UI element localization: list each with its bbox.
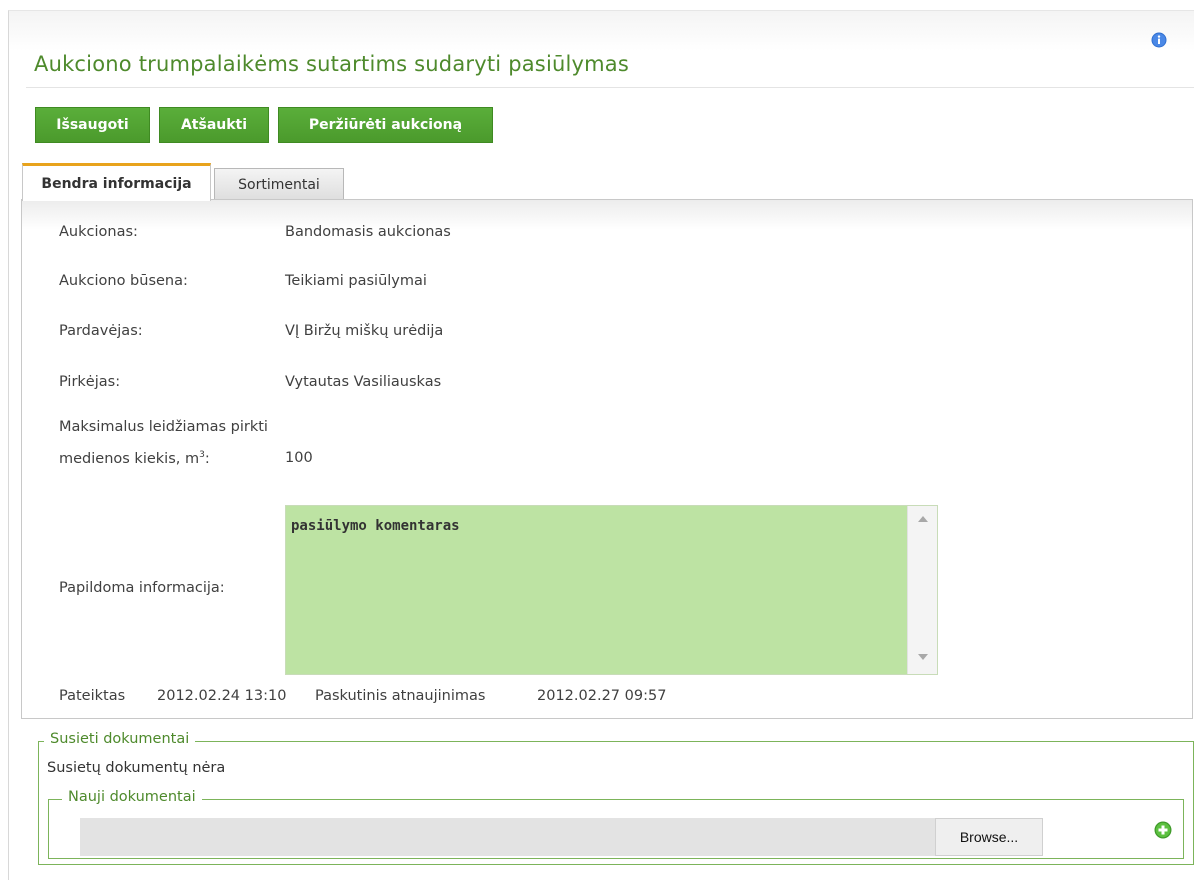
submitted-value: 2012.02.24 13:10	[157, 688, 287, 704]
save-button[interactable]: Išsaugoti	[35, 107, 150, 143]
page-title: Aukciono trumpalaikėms sutartims sudaryt…	[34, 52, 630, 76]
auction-label: Aukcionas:	[59, 224, 138, 240]
comment-textarea[interactable]: pasiūlymo komentaras	[286, 506, 908, 674]
browse-button[interactable]: Browse...	[935, 818, 1043, 856]
updated-value: 2012.02.27 09:57	[537, 688, 667, 704]
max-volume-label-suffix: :	[204, 450, 210, 467]
file-path-input[interactable]	[80, 818, 935, 856]
view-auction-button[interactable]: Peržiūrėti aukcioną	[278, 107, 493, 143]
scroll-up-arrow-icon[interactable]	[918, 516, 928, 522]
max-volume-label: Maksimalus leidžiamas pirkti medienos ki…	[59, 413, 269, 473]
seller-value: VĮ Biržų miškų urėdija	[285, 323, 444, 339]
linked-documents-fieldset-edge	[1193, 741, 1194, 865]
status-value: Teikiami pasiūlymai	[285, 273, 427, 289]
buyer-label: Pirkėjas:	[59, 374, 121, 390]
updated-label: Paskutinis atnaujinimas	[315, 688, 486, 704]
submitted-label: Pateiktas	[59, 688, 126, 704]
new-documents-legend: Nauji dokumentai	[62, 789, 202, 805]
tab-assortments[interactable]: Sortimentai	[214, 168, 344, 200]
seller-label: Pardavėjas:	[59, 323, 143, 339]
title-divider	[26, 87, 1194, 88]
comment-textarea-container: pasiūlymo komentaras	[285, 505, 938, 675]
auction-value: Bandomasis aukcionas	[285, 224, 451, 240]
status-label: Aukciono būsena:	[59, 273, 188, 289]
no-documents-text: Susietų dokumentų nėra	[47, 760, 226, 776]
max-volume-value: 100	[285, 450, 313, 466]
cancel-button[interactable]: Atšaukti	[159, 107, 269, 143]
plus-circle-icon[interactable]	[1154, 821, 1172, 839]
buyer-value: Vytautas Vasiliauskas	[285, 374, 442, 390]
extra-info-label: Papildoma informacija:	[59, 580, 225, 596]
linked-documents-legend: Susieti dokumentai	[44, 731, 196, 747]
info-icon[interactable]	[1151, 32, 1167, 48]
max-volume-label-text: Maksimalus leidžiamas pirkti medienos ki…	[59, 419, 268, 467]
tab-general-info[interactable]: Bendra informacija	[22, 163, 211, 201]
textarea-scrollbar[interactable]	[907, 506, 937, 674]
scroll-down-arrow-icon[interactable]	[918, 654, 928, 660]
